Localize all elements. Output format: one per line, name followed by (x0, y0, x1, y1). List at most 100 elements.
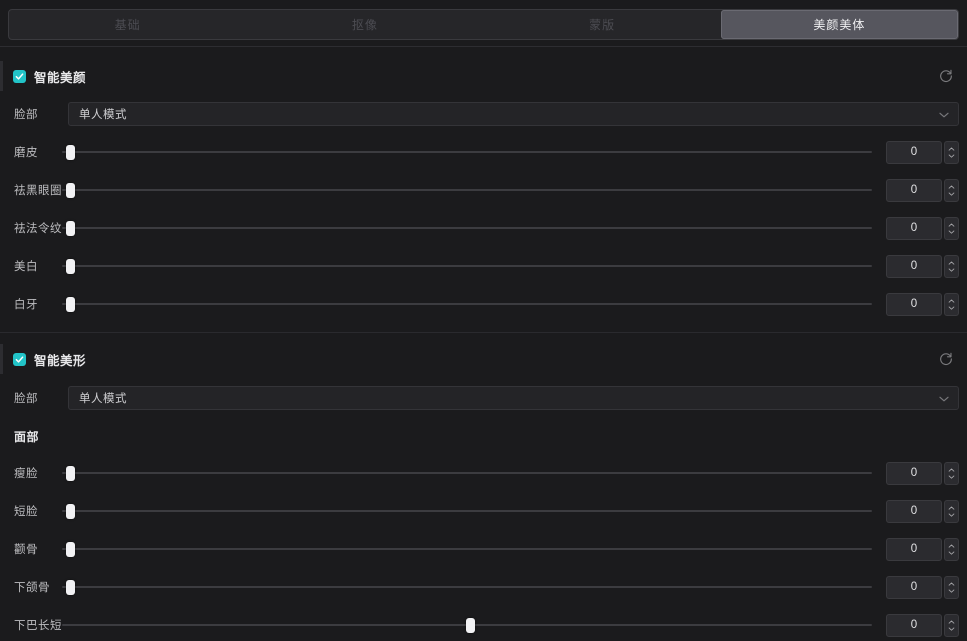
slider-label-teeth: 白牙 (14, 299, 38, 311)
value-stepper-jawbone[interactable] (944, 575, 959, 599)
smart-reshape-checkbox[interactable] (13, 352, 26, 366)
chevron-up-icon[interactable] (948, 620, 955, 624)
chevron-down-icon[interactable] (948, 513, 955, 517)
chevron-up-icon[interactable] (948, 223, 955, 227)
chevron-up-icon[interactable] (948, 261, 955, 265)
slider-handle[interactable] (66, 183, 75, 198)
slider-track (62, 151, 872, 153)
section-accent-bar (0, 61, 3, 91)
slider-dark-circles[interactable] (62, 178, 872, 202)
slider-label-mopi: 磨皮 (14, 147, 38, 159)
slider-handle[interactable] (66, 145, 75, 160)
slider-label-whitening: 美白 (14, 261, 38, 273)
slider-handle[interactable] (66, 259, 75, 274)
slider-label-nasolabial: 祛法令纹 (14, 223, 62, 235)
slider-label-chin-length: 下巴长短 (14, 620, 62, 632)
slider-teeth[interactable] (62, 292, 872, 316)
chevron-up-icon[interactable] (948, 544, 955, 548)
slider-jawbone[interactable] (62, 575, 872, 599)
slider-short-face[interactable] (62, 499, 872, 523)
slider-row-jawbone: 下颌骨 0 (0, 573, 967, 601)
slider-slim-face[interactable] (62, 461, 872, 485)
slider-mopi[interactable] (62, 140, 872, 164)
chevron-up-icon[interactable] (948, 506, 955, 510)
value-input-cheekbone[interactable]: 0 (886, 537, 942, 561)
value-stepper-dark-circles[interactable] (944, 178, 959, 202)
chevron-up-icon[interactable] (948, 299, 955, 303)
chevron-up-icon[interactable] (948, 185, 955, 189)
chevron-down-icon[interactable] (948, 154, 955, 158)
slider-handle[interactable] (66, 504, 75, 519)
chevron-down-icon[interactable] (948, 551, 955, 555)
section-accent-bar (0, 344, 3, 374)
value-stepper-short-face[interactable] (944, 499, 959, 523)
smart-reshape-face-row: 脸部 单人模式 (0, 384, 967, 412)
value-stepper-chin-length[interactable] (944, 613, 959, 637)
slider-handle[interactable] (466, 618, 475, 633)
slider-row-whitening: 美白 0 (0, 252, 967, 280)
chevron-down-icon (939, 389, 949, 407)
value-stepper-cheekbone[interactable] (944, 537, 959, 561)
smart-beauty-face-select[interactable]: 单人模式 (68, 102, 959, 126)
value-stepper-mopi[interactable] (944, 140, 959, 164)
value-input-whitening[interactable]: 0 (886, 254, 942, 278)
chevron-down-icon[interactable] (948, 306, 955, 310)
tab-beauty-body[interactable]: 美颜美体 (720, 10, 958, 39)
slider-row-dark-circles: 祛黑眼圈 0 (0, 176, 967, 204)
slider-cheekbone[interactable] (62, 537, 872, 561)
slider-label-short-face: 短脸 (14, 506, 38, 518)
chevron-down-icon[interactable] (948, 192, 955, 196)
tab-bar: 基础 抠像 蒙版 美颜美体 (8, 9, 959, 40)
slider-whitening[interactable] (62, 254, 872, 278)
value-input-slim-face[interactable]: 0 (886, 461, 942, 485)
section-header-smart-reshape: 智能美形 (0, 343, 967, 375)
chevron-up-icon[interactable] (948, 147, 955, 151)
slider-row-mopi: 磨皮 0 (0, 138, 967, 166)
value-stepper-teeth[interactable] (944, 292, 959, 316)
chevron-up-icon[interactable] (948, 582, 955, 586)
slider-row-cheekbone: 颧骨 0 (0, 535, 967, 563)
tab-basic[interactable]: 基础 (9, 10, 246, 39)
tab-keying[interactable]: 抠像 (246, 10, 483, 39)
slider-handle[interactable] (66, 221, 75, 236)
slider-track (62, 472, 872, 474)
value-text: 0 (910, 543, 918, 555)
slider-track (62, 303, 872, 305)
value-stepper-nasolabial[interactable] (944, 216, 959, 240)
value-stepper-slim-face[interactable] (944, 461, 959, 485)
chevron-down-icon[interactable] (948, 230, 955, 234)
slider-label-jawbone: 下颌骨 (14, 582, 50, 594)
value-input-chin-length[interactable]: 0 (886, 613, 942, 637)
chevron-down-icon[interactable] (948, 268, 955, 272)
value-input-jawbone[interactable]: 0 (886, 575, 942, 599)
subheading-facial: 面部 (14, 430, 40, 444)
smart-beauty-reset-button[interactable] (935, 65, 957, 87)
slider-handle[interactable] (66, 297, 75, 312)
value-input-teeth[interactable]: 0 (886, 292, 942, 316)
reset-icon (940, 352, 952, 366)
tab-mask[interactable]: 蒙版 (484, 10, 721, 39)
check-icon (15, 355, 24, 363)
chevron-down-icon[interactable] (948, 589, 955, 593)
value-input-mopi[interactable]: 0 (886, 140, 942, 164)
value-text: 0 (910, 298, 918, 310)
slider-chin-length[interactable] (62, 613, 872, 637)
slider-handle[interactable] (66, 466, 75, 481)
chevron-down-icon[interactable] (948, 627, 955, 631)
value-input-nasolabial[interactable]: 0 (886, 216, 942, 240)
smart-beauty-checkbox[interactable] (13, 69, 26, 83)
slider-nasolabial[interactable] (62, 216, 872, 240)
smart-reshape-face-label: 脸部 (14, 393, 38, 405)
value-stepper-whitening[interactable] (944, 254, 959, 278)
chevron-down-icon[interactable] (948, 475, 955, 479)
value-input-short-face[interactable]: 0 (886, 499, 942, 523)
slider-track (62, 510, 872, 512)
slider-handle[interactable] (66, 580, 75, 595)
smart-reshape-face-select[interactable]: 单人模式 (68, 386, 959, 410)
chevron-up-icon[interactable] (948, 468, 955, 472)
slider-handle[interactable] (66, 542, 75, 557)
slider-row-slim-face: 瘦脸 0 (0, 459, 967, 487)
value-input-dark-circles[interactable]: 0 (886, 178, 942, 202)
smart-reshape-face-select-value: 单人模式 (79, 393, 127, 405)
smart-reshape-reset-button[interactable] (935, 348, 957, 370)
